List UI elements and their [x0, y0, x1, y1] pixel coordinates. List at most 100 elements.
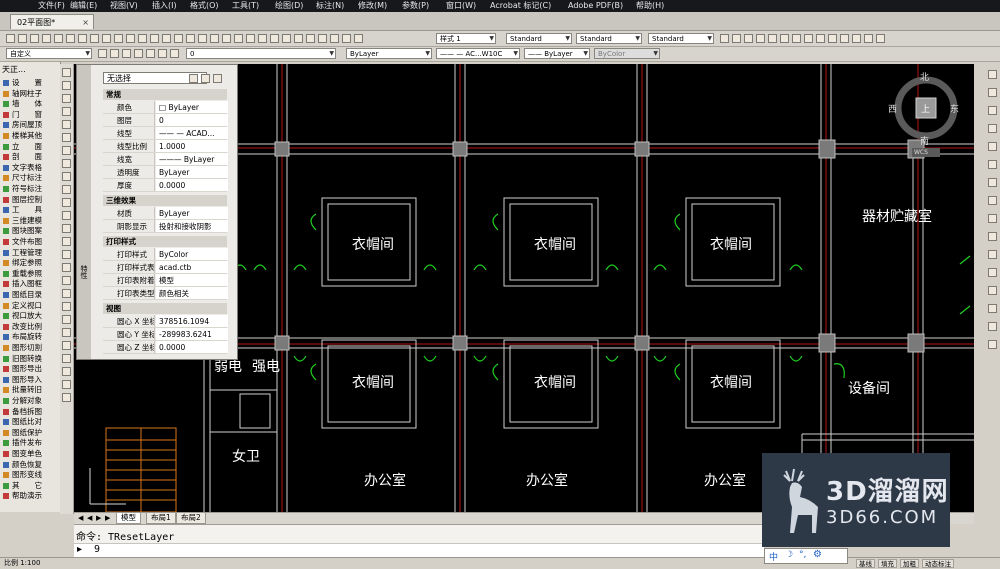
toolbar-tool-icon[interactable] — [126, 34, 135, 43]
property-row[interactable]: 圆心 Y 坐标 -289983.6241 — [103, 328, 228, 341]
toolbar-tool-icon[interactable] — [138, 34, 147, 43]
tangent-menu-item[interactable]: 房间屋顶 — [3, 120, 59, 130]
tangent-menu-item[interactable]: 布局旋转 — [3, 332, 59, 342]
menu-dimension[interactable]: 标注(N) — [316, 0, 344, 12]
property-row[interactable]: 打印表附着到模型 — [103, 274, 228, 287]
punctuation-icon[interactable]: °, — [799, 550, 806, 560]
property-category[interactable]: 常规 — [103, 89, 227, 100]
property-value[interactable]: 0.0000 — [156, 179, 228, 191]
tangent-menu-item[interactable]: 设 置 — [3, 78, 59, 88]
tangent-menu-item[interactable]: 尺寸标注 — [3, 173, 59, 183]
toolbar-tool-icon[interactable] — [744, 34, 753, 43]
property-value[interactable]: ByLayer — [156, 207, 228, 219]
property-row[interactable]: 材质 ByLayer — [103, 207, 228, 220]
tangent-menu-item[interactable]: 视口放大 — [3, 311, 59, 321]
menu-edit[interactable]: 编辑(E) — [70, 0, 97, 12]
navigation-tool-icon[interactable] — [988, 178, 997, 187]
tangent-menu-item[interactable]: 改变比例 — [3, 322, 59, 332]
draw-tool-icon[interactable] — [62, 393, 71, 402]
tangent-menu-item[interactable]: 图形导入 — [3, 375, 59, 385]
property-row[interactable]: 线型 —— — ACAD... — [103, 127, 228, 140]
toolbar-tool-icon[interactable] — [102, 34, 111, 43]
tangent-menu-item[interactable]: 颜色恢复 — [3, 460, 59, 470]
navigation-tool-icon[interactable] — [988, 286, 997, 295]
navigation-tool-icon[interactable] — [988, 250, 997, 259]
tangent-menu-item[interactable]: 绑定参照 — [3, 258, 59, 268]
tangent-menu-item[interactable]: 定义视口 — [3, 301, 59, 311]
select-objects-icon[interactable] — [201, 74, 210, 83]
draw-tool-icon[interactable] — [62, 367, 71, 376]
property-value[interactable]: 投射和接收阴影 — [156, 220, 228, 232]
menu-help[interactable]: 帮助(H) — [636, 0, 664, 12]
draw-tool-icon[interactable] — [62, 211, 71, 220]
property-value[interactable]: ByLayer — [156, 166, 228, 178]
toolbar-tool-icon[interactable] — [816, 34, 825, 43]
toolbar-tool-icon[interactable] — [30, 34, 39, 43]
draw-tool-icon[interactable] — [62, 276, 71, 285]
menu-modify[interactable]: 修改(M) — [358, 0, 387, 12]
tangent-menu-item[interactable]: 图纸保护 — [3, 428, 59, 438]
tangent-menu-item[interactable]: 插件发布 — [3, 438, 59, 448]
property-row[interactable]: 线宽 ——— ByLayer — [103, 153, 228, 166]
toolbar-tool-icon[interactable] — [270, 34, 279, 43]
property-value[interactable]: ByColor — [156, 248, 228, 260]
ime-toolbar[interactable]: 中 ☽ °, ⚙ — [764, 548, 848, 564]
navigation-tool-icon[interactable] — [988, 106, 997, 115]
tangent-menu-item[interactable]: 图纸比对 — [3, 417, 59, 427]
toolbar-tool-icon[interactable] — [306, 34, 315, 43]
navigation-tool-icon[interactable] — [988, 196, 997, 205]
table-style-combo[interactable]: Standard ▼ — [576, 33, 642, 44]
scroll-left-icon[interactable]: ◀ — [87, 514, 92, 522]
draw-tool-icon[interactable] — [62, 172, 71, 181]
layer-combo[interactable]: 0 ▼ — [186, 48, 336, 59]
toolbar-tool-icon[interactable] — [222, 34, 231, 43]
toolbar-tool-icon[interactable] — [780, 34, 789, 43]
toolbar-tool-icon[interactable] — [198, 34, 207, 43]
draw-tool-icon[interactable] — [62, 237, 71, 246]
tangent-menu-item[interactable]: 楼梯其他 — [3, 131, 59, 141]
property-value[interactable]: —— — ACAD... — [156, 127, 228, 139]
property-row[interactable]: 阴影显示 投射和接收阴影 — [103, 220, 228, 233]
multileader-style-combo[interactable]: Standard ▼ — [648, 33, 714, 44]
property-row[interactable]: 透明度 ByLayer — [103, 166, 228, 179]
quick-select-icon[interactable] — [213, 74, 222, 83]
toolbar-tool-icon[interactable] — [864, 34, 873, 43]
draw-tool-icon[interactable] — [62, 159, 71, 168]
toolbar-tool-icon[interactable] — [6, 34, 15, 43]
dynamic-dim-toggle[interactable]: 动态标注 — [922, 559, 954, 568]
draw-tool-icon[interactable] — [62, 354, 71, 363]
bold-toggle[interactable]: 加粗 — [900, 559, 919, 568]
command-input[interactable]: 9 — [94, 544, 100, 555]
tangent-menu-item[interactable]: 批量转旧 — [3, 385, 59, 395]
property-value[interactable]: acad.ctb — [156, 261, 228, 273]
tangent-menu-item[interactable]: 墙 体 — [3, 99, 59, 109]
menu-view[interactable]: 视图(V) — [110, 0, 138, 12]
tangent-menu-item[interactable]: 旧图转换 — [3, 354, 59, 364]
tangent-menu-item[interactable]: 图形变线 — [3, 470, 59, 480]
toolbar-tool-icon[interactable] — [174, 34, 183, 43]
workspace-combo[interactable]: 自定义 ▼ — [6, 48, 92, 59]
draw-tool-icon[interactable] — [62, 146, 71, 155]
layer-tool-icon[interactable] — [98, 49, 107, 58]
tangent-menu-item[interactable]: 重载参照 — [3, 269, 59, 279]
tangent-menu-item[interactable]: 其 它 — [3, 481, 59, 491]
toolbar-tool-icon[interactable] — [294, 34, 303, 43]
toolbar-tool-icon[interactable] — [804, 34, 813, 43]
property-value[interactable]: ——— ByLayer — [156, 153, 228, 165]
tangent-menu-item[interactable]: 工 具 — [3, 205, 59, 215]
draw-tool-icon[interactable] — [62, 198, 71, 207]
navigation-tool-icon[interactable] — [988, 340, 997, 349]
baseline-toggle[interactable]: 基线 — [856, 559, 875, 568]
navigation-tool-icon[interactable] — [988, 142, 997, 151]
layer-tool-icon[interactable] — [110, 49, 119, 58]
property-row[interactable]: 线型比例 1.0000 — [103, 140, 228, 153]
tangent-menu-item[interactable]: 剖 面 — [3, 152, 59, 162]
property-row[interactable]: 圆心 X 坐标 378516.1094 — [103, 315, 228, 328]
layout-tab[interactable]: 布局1 — [146, 513, 176, 524]
property-value[interactable]: 模型 — [156, 274, 228, 286]
gear-icon[interactable]: ⚙ — [813, 549, 822, 560]
moon-icon[interactable]: ☽ — [785, 550, 793, 560]
property-category[interactable]: 三维效果 — [103, 195, 227, 206]
tangent-menu-item[interactable]: 文件布图 — [3, 237, 59, 247]
tangent-menu-item[interactable]: 备档拆图 — [3, 407, 59, 417]
